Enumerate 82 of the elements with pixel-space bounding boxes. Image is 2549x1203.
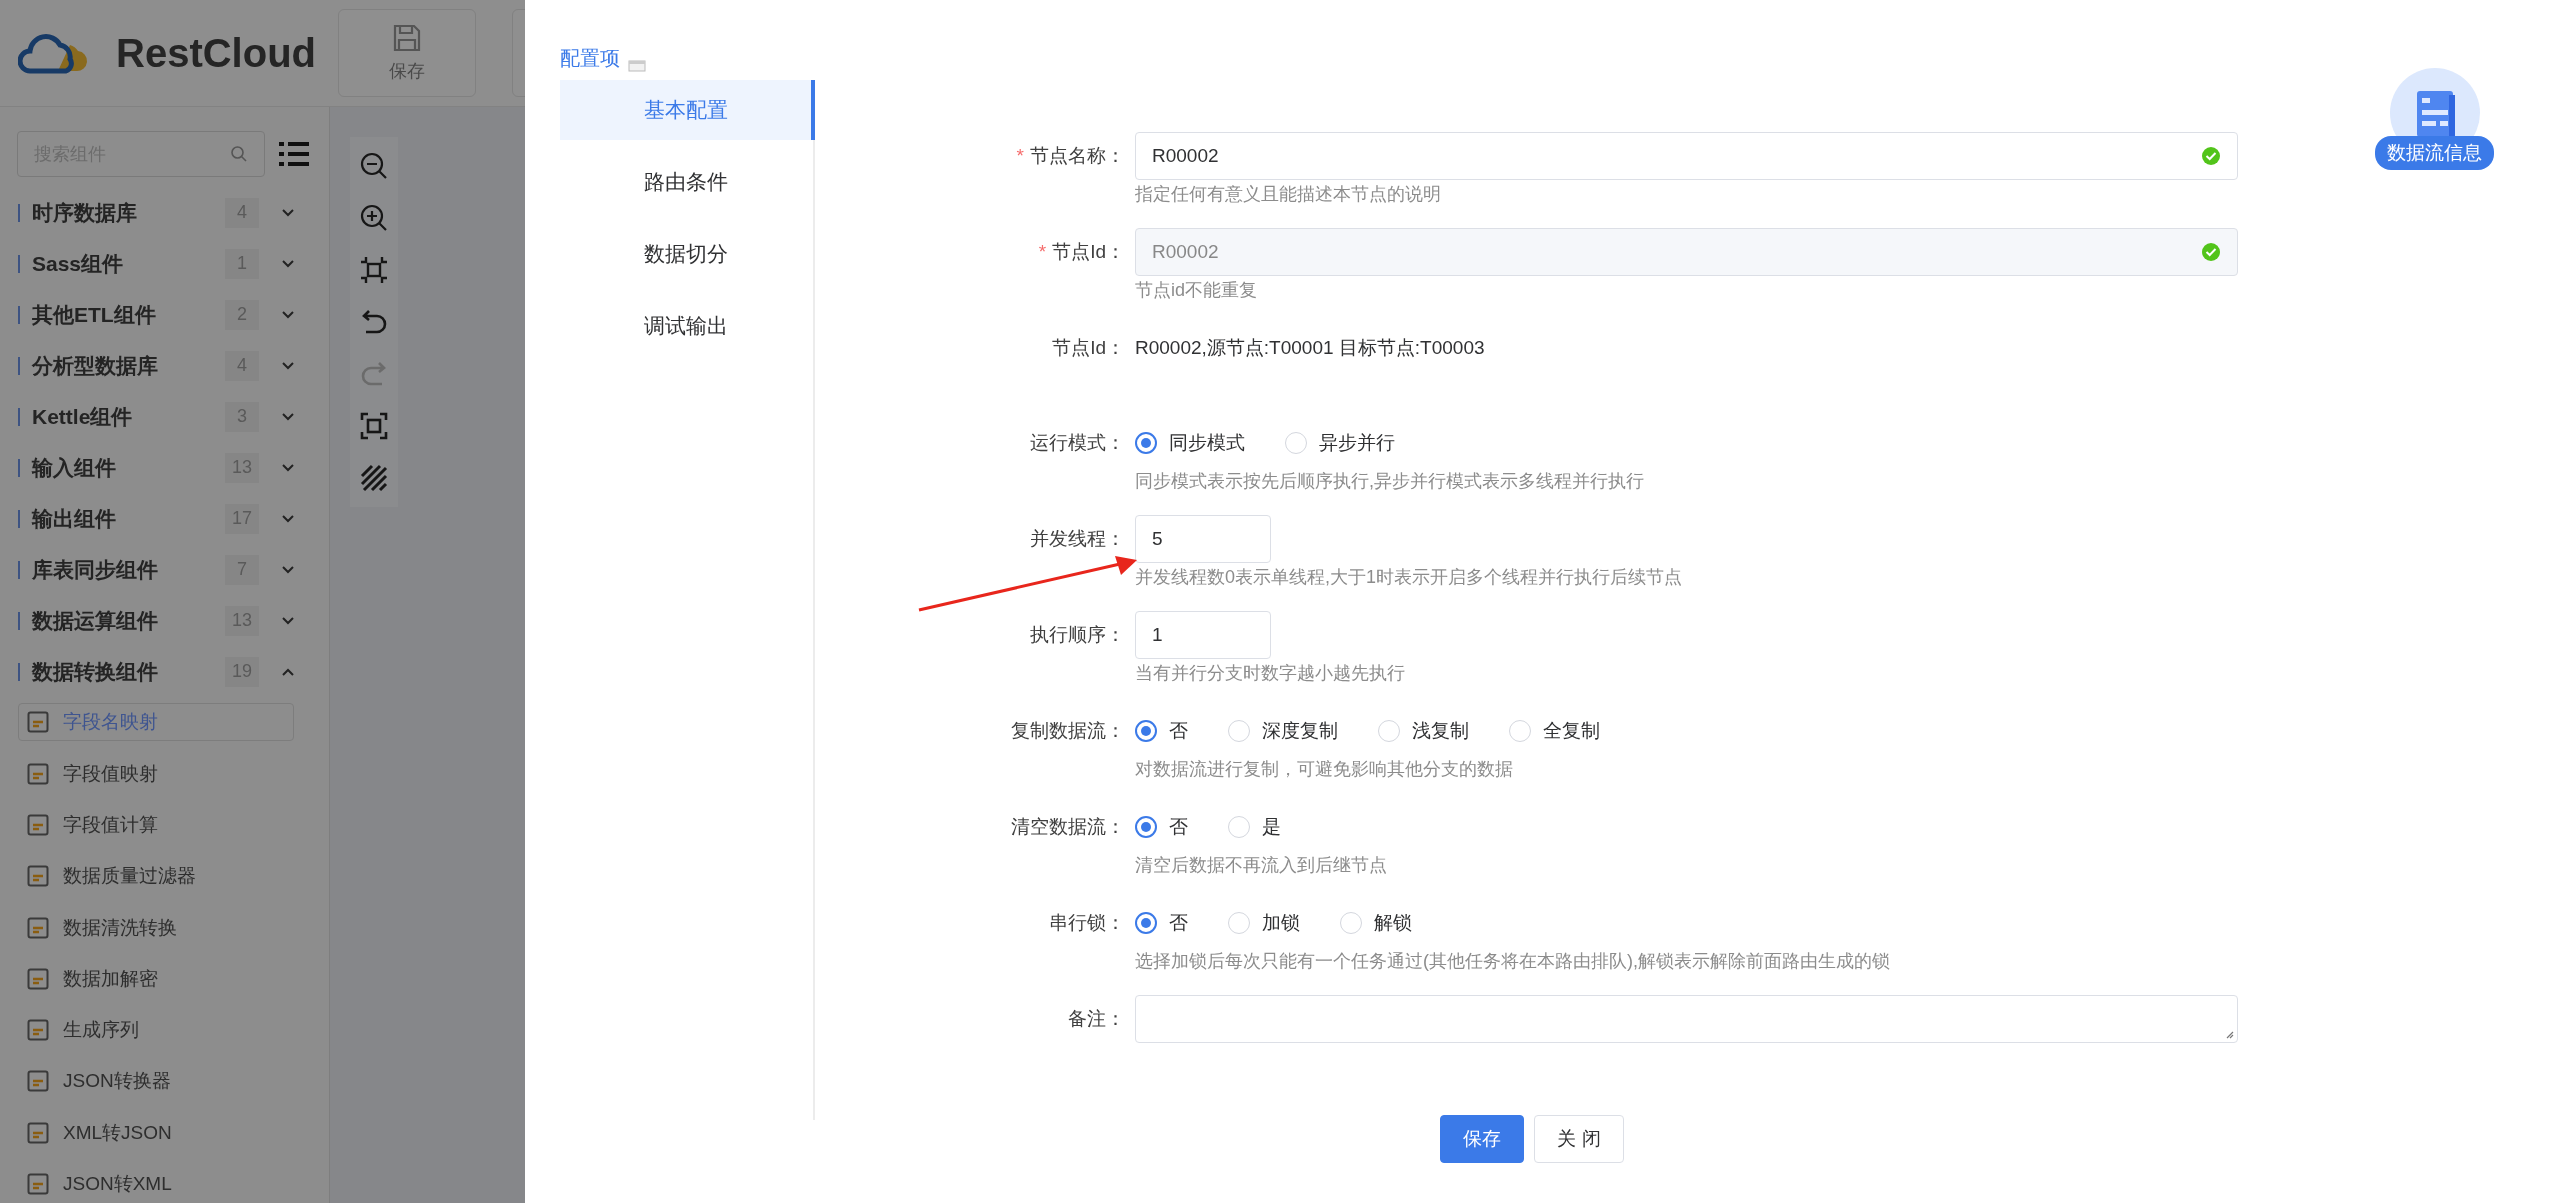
radio-option[interactable]: 同步模式 — [1135, 430, 1245, 456]
component-icon — [27, 1121, 49, 1144]
component-item[interactable]: JSON转换器 — [18, 1055, 294, 1108]
component-icon — [27, 762, 49, 785]
help-text: 选择加锁后每次只能有一个任务通过(其他任务将在本路由排队),解锁表示解除前面路由生成的锁 — [1135, 950, 1891, 973]
chevron-icon — [281, 615, 295, 626]
component-item[interactable]: 数据加解密 — [18, 953, 294, 1005]
component-item[interactable]: 字段值映射 — [18, 748, 294, 800]
number-field[interactable]: 5 — [1135, 515, 1271, 563]
radio-option[interactable]: 否 — [1135, 718, 1188, 744]
node-info-text: R00002,源节点:T00001 目标节点:T00003 — [1135, 336, 1485, 360]
field-label: 节点Id： — [1052, 240, 1125, 264]
component-icon — [27, 1173, 49, 1195]
app-logo-text: RestCloud — [116, 30, 317, 76]
nav-tab[interactable]: 数据切分 — [560, 224, 815, 284]
search-icon — [230, 145, 248, 163]
radio-option[interactable]: 浅复制 — [1378, 718, 1469, 744]
nav-tab[interactable]: 路由条件 — [560, 152, 815, 212]
fit-icon[interactable] — [359, 255, 389, 285]
close-button[interactable]: 关 闭 — [1534, 1115, 1624, 1163]
input-field[interactable]: R00002 — [1135, 132, 2238, 180]
save-toolbar-button[interactable]: 保存 — [338, 9, 476, 97]
chevron-icon — [281, 564, 295, 575]
chevron-icon — [281, 360, 295, 371]
field-label: 运行模式： — [1030, 431, 1125, 455]
component-item[interactable]: JSON转XML — [18, 1158, 294, 1203]
radio-option[interactable]: 异步并行 — [1285, 430, 1395, 456]
component-icon — [27, 916, 49, 939]
radio-option[interactable]: 深度复制 — [1228, 718, 1338, 744]
radio-option[interactable]: 全复制 — [1509, 718, 1600, 744]
resize-grip-icon[interactable] — [2224, 1029, 2234, 1039]
chevron-icon — [281, 258, 295, 269]
help-text: 清空后数据不再流入到后继节点 — [1135, 854, 1388, 877]
component-icon — [27, 967, 49, 990]
chevron-icon — [281, 666, 295, 677]
chevron-icon — [281, 462, 295, 473]
required-mark: * — [1016, 145, 1024, 167]
field-label: 备注： — [1068, 1007, 1125, 1031]
field-label: 复制数据流： — [1011, 719, 1125, 743]
zoom-out-icon[interactable] — [359, 151, 389, 181]
chevron-icon — [281, 513, 295, 524]
component-icon — [27, 1019, 49, 1042]
component-item[interactable]: 生成序列 — [18, 1004, 294, 1056]
field-label: 串行锁： — [1049, 911, 1125, 935]
save-button[interactable]: 保存 — [1440, 1115, 1525, 1163]
chevron-icon — [281, 207, 295, 218]
component-icon — [27, 865, 49, 888]
component-icon — [27, 1070, 49, 1093]
help-text: 同步模式表示按先后顺序执行,异步并行模式表示多线程并行执行 — [1135, 470, 1645, 493]
component-icon — [27, 711, 49, 733]
required-mark: * — [1038, 241, 1047, 263]
component-icon — [27, 813, 49, 836]
radio-option[interactable]: 否 — [1135, 814, 1188, 840]
component-item[interactable]: 数据质量过滤器 — [18, 850, 294, 902]
list-icon[interactable] — [279, 141, 309, 167]
field-label: 执行顺序： — [1030, 623, 1125, 647]
chevron-icon — [281, 309, 295, 320]
number-field[interactable]: 1 — [1135, 611, 1271, 659]
component-item[interactable]: 字段值计算 — [18, 799, 294, 851]
help-text: 节点id不能重复 — [1135, 279, 1258, 302]
field-label: 节点Id： — [1052, 336, 1125, 360]
field-label: 清空数据流： — [1011, 815, 1125, 839]
zoom-in-icon[interactable] — [359, 203, 389, 233]
chevron-icon — [281, 411, 295, 422]
help-text: 当有并行分支时数字越小越先执行 — [1135, 662, 1406, 685]
grid-icon[interactable] — [359, 463, 389, 493]
component-item[interactable]: 数据清洗转换 — [18, 901, 294, 954]
field-label: 并发线程： — [1030, 527, 1125, 551]
radio-option[interactable]: 解锁 — [1340, 910, 1412, 936]
radio-option[interactable]: 加锁 — [1228, 910, 1300, 936]
nav-tab[interactable]: 调试输出 — [560, 296, 815, 356]
fullscreen-icon[interactable] — [359, 411, 389, 441]
help-text: 对数据流进行复制，可避免影响其他分支的数据 — [1135, 758, 1514, 781]
nav-title: 配置项 — [560, 46, 620, 71]
radio-option[interactable]: 否 — [1135, 910, 1188, 936]
nav-tab[interactable]: 基本配置 — [560, 80, 815, 140]
component-item[interactable]: XML转JSON — [18, 1107, 294, 1159]
help-text: 指定任何有意义且能描述本节点的说明 — [1135, 183, 1442, 206]
field-label: 节点名称： — [1030, 144, 1125, 168]
radio-option[interactable]: 是 — [1228, 814, 1281, 840]
help-text: 并发线程数0表示单线程,大于1时表示开启多个线程并行执行后续节点 — [1135, 566, 1684, 589]
cloud-logo-icon — [18, 31, 88, 75]
